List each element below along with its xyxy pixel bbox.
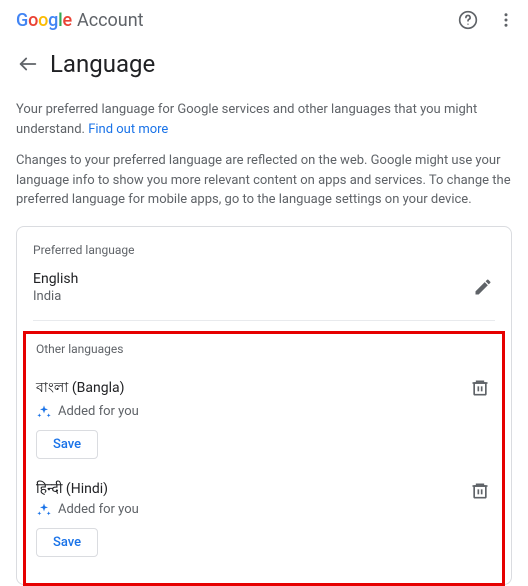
delete-icon[interactable] — [468, 479, 492, 503]
sparkle-icon — [36, 404, 52, 420]
description-1: Your preferred language for Google servi… — [16, 100, 512, 139]
google-logo: Google — [16, 10, 72, 31]
save-button[interactable]: Save — [36, 528, 98, 557]
other-languages-label: Other languages — [36, 342, 492, 356]
divider — [33, 320, 495, 321]
preferred-language-region: India — [33, 289, 78, 304]
other-language-item: বাংলা (Bangla) Added for you Save — [36, 370, 492, 473]
preferred-language-label: Preferred language — [33, 243, 495, 257]
description-2: Changes to your preferred language are r… — [16, 151, 512, 210]
language-card: Preferred language English India Other l… — [16, 226, 512, 585]
help-icon[interactable] — [456, 8, 480, 32]
google-account-logo: Google Account — [16, 10, 144, 31]
page-title: Language — [50, 50, 155, 78]
other-languages-highlight: Other languages বাংলা (Bangla) Added for… — [23, 331, 505, 586]
added-for-you-label: Added for you — [58, 502, 139, 517]
find-out-more-link[interactable]: Find out more — [88, 122, 168, 137]
other-language-name: বাংলা (Bangla) — [36, 376, 139, 400]
back-arrow-icon[interactable] — [16, 52, 40, 76]
delete-icon[interactable] — [468, 376, 492, 400]
preferred-language-name: English — [33, 271, 78, 287]
other-language-item: हिन्दी (Hindi) Added for you Save — [36, 473, 492, 571]
sparkle-icon — [36, 502, 52, 518]
account-label: Account — [77, 10, 144, 31]
save-button[interactable]: Save — [36, 430, 98, 459]
more-icon[interactable] — [494, 8, 518, 32]
added-for-you-label: Added for you — [58, 404, 139, 419]
other-language-name: हिन्दी (Hindi) — [36, 479, 139, 498]
edit-icon[interactable] — [471, 275, 495, 299]
